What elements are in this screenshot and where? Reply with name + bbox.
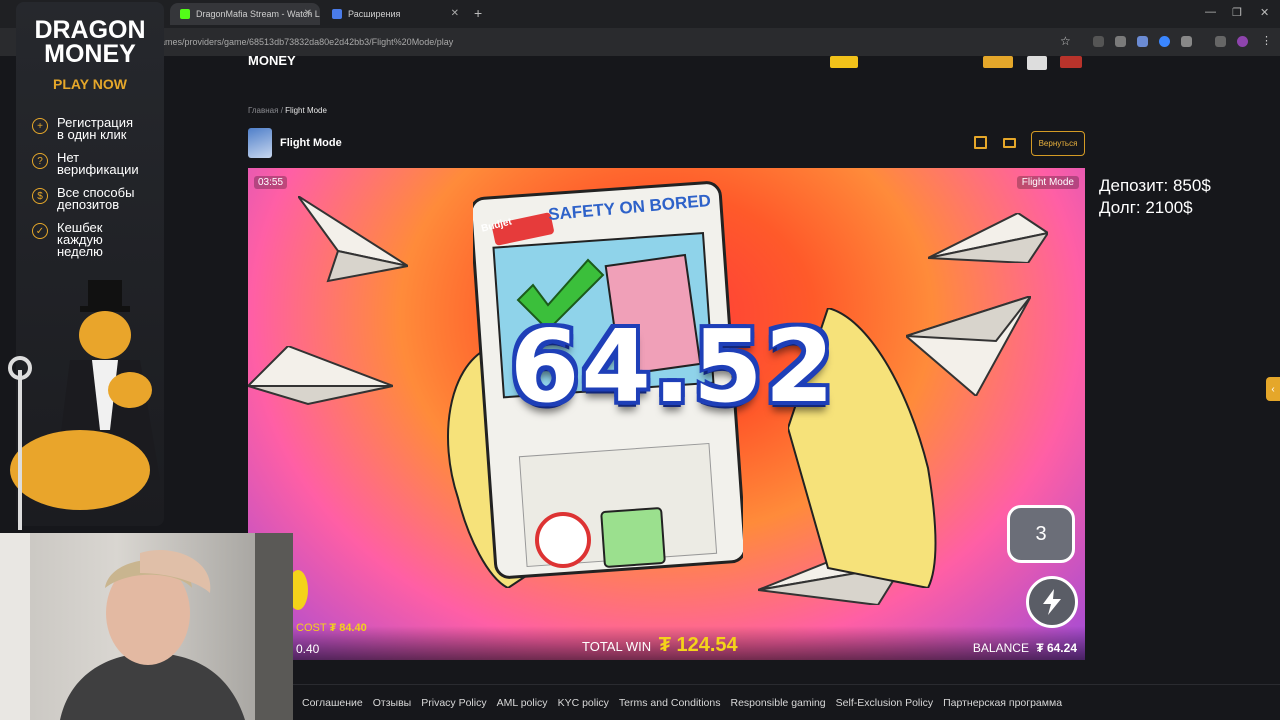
shield-icon: ✓ [32,223,48,239]
url-text[interactable]: ames/providers/game/68513db73832da80e2d4… [160,37,453,47]
back-button[interactable]: Вернуться [1031,131,1085,156]
webcam-feed [0,533,293,720]
browser-tab-extensions[interactable]: Расширения ✕ [322,3,467,25]
footer-link[interactable]: KYC policy [558,697,609,709]
win-multiplier: 64.52 [509,308,837,425]
dragon-mascot-illustration [8,280,160,530]
footer-link[interactable]: Отзывы [373,697,411,709]
coin-icon: $ [32,188,48,204]
stream-stats: Депозит: 850$ Долг: 2100$ [1099,175,1211,219]
tab-label: Расширения [348,9,401,19]
paper-plane-icon [248,346,393,406]
footer-link[interactable]: AML policy [497,697,548,709]
breadcrumb-home[interactable]: Главная [248,106,278,115]
gift-icon[interactable] [1027,56,1047,70]
footer-link[interactable]: Privacy Policy [421,697,486,709]
extension-icon[interactable] [1137,36,1148,47]
bet-value: 0.40 [296,642,320,656]
header-button[interactable] [983,56,1013,68]
game-canvas[interactable]: SAFETY ON BORED Budjet 03:55 Flight Mode… [248,168,1085,660]
footer-link[interactable]: Соглашение [302,697,363,709]
wild-badge-icon [830,56,858,68]
theater-mode-icon[interactable] [1003,138,1016,148]
round-count-button[interactable]: 3 [1007,505,1075,563]
footer-link[interactable]: Responsible gaming [730,697,825,709]
site-logo[interactable]: MONEY [248,53,296,68]
fullscreen-icon[interactable] [974,136,987,149]
promo-logo: DRAGON MONEY [34,16,146,68]
menu-icon[interactable]: ⋮ [1261,34,1272,47]
feature-text: Регистрация в один клик [57,115,133,142]
footer-link[interactable]: Terms and Conditions [619,697,721,709]
extension-icon[interactable] [1093,36,1104,47]
close-icon[interactable]: ✕ [451,8,459,19]
question-icon: ? [32,153,48,169]
minimize-icon[interactable]: — [1205,6,1216,18]
total-win-display: TOTAL WIN ₮ 124.54 [582,634,738,656]
game-thumbnail [248,128,272,158]
feature-text: Нет верификации [57,150,139,177]
cost-display: COST ₮ 84.40 [296,622,367,634]
debt-text: Долг: 2100$ [1099,198,1193,217]
timer: 03:55 [254,176,288,189]
deposit-text: Депозит: 850$ [1099,176,1211,195]
media-icon[interactable] [1215,36,1226,47]
tab-label: DragonMafia Stream - Watch L [196,9,320,19]
close-icon[interactable]: ✕ [304,8,312,19]
play-now-label[interactable]: PLAY NOW [16,76,164,92]
maximize-icon[interactable]: ❐ [1232,6,1242,19]
plus-icon: + [32,118,48,134]
close-window-icon[interactable]: ✕ [1260,6,1269,19]
side-panel-toggle[interactable]: ‹ [1266,377,1280,401]
bookmark-star-icon[interactable]: ☆ [1060,34,1071,48]
footer-divider [248,684,1280,685]
kick-favicon-icon [180,9,190,19]
extension-icon[interactable] [1115,36,1126,47]
balance-display: BALANCE ₮ 64.24 [972,641,1077,655]
puzzle-favicon-icon [332,9,342,19]
paper-plane-icon [928,213,1048,263]
page-title: Flight Mode [280,137,342,149]
footer-links: Соглашение Отзывы Privacy Policy AML pol… [302,697,1062,709]
breadcrumb-current: Flight Mode [285,106,327,115]
feature-text: Кешбек каждую неделю [57,220,103,259]
footer-link[interactable]: Self-Exclusion Policy [836,697,933,709]
game-label: Flight Mode [1016,176,1079,189]
lightning-icon [1043,589,1061,615]
turbo-button[interactable] [1026,576,1078,628]
puzzle-icon[interactable] [1181,36,1192,47]
browser-tab-stream[interactable]: DragonMafia Stream - Watch L ✕ [170,3,320,25]
streamer-image [0,533,293,720]
new-tab-button[interactable]: + [474,5,482,21]
paper-plane-icon [298,196,408,283]
footer-link[interactable]: Партнерская программа [943,697,1062,709]
feature-text: Все способы депозитов [57,185,135,212]
extension-icon[interactable] [1159,36,1170,47]
profile-avatar-icon[interactable] [1237,36,1248,47]
notification-icon[interactable] [1060,56,1082,68]
breadcrumb: Главная / Flight Mode [248,106,327,115]
